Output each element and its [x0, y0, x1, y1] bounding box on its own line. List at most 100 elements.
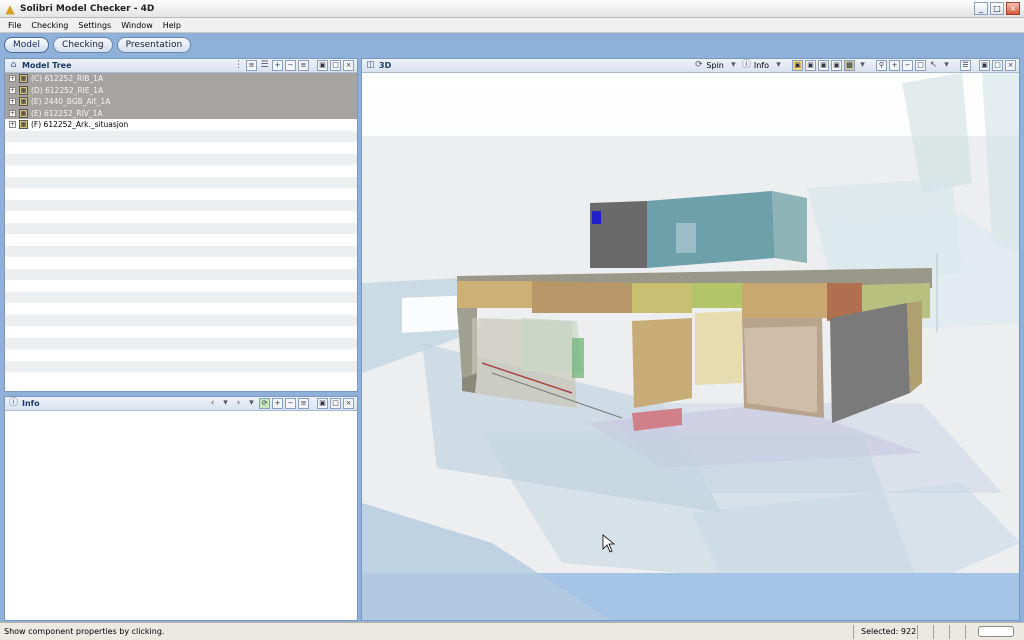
close-icon[interactable]: × — [343, 60, 354, 71]
model-tree-panel: ⌂ Model Tree ⋮ ≡ ☰ + − ≡ ▣ □ × + ▦ (C) 6… — [4, 58, 358, 392]
tree-item[interactable]: + ▦ (E) 2440_BGB_Alt_1A — [5, 96, 357, 108]
tab-checking[interactable]: Checking — [53, 37, 113, 53]
tab-presentation[interactable]: Presentation — [116, 37, 192, 53]
tree-layout-icon[interactable]: ≡ — [246, 60, 257, 71]
expand-icon[interactable]: + — [9, 86, 16, 94]
3d-view-panel: ◫ 3D ⟳ Spin ▾ ⓘ Info ▾ ▣ ▣ ▣ ▣ ▩ ▾ ⚲ + − — [361, 58, 1020, 621]
tab-model[interactable]: Model — [4, 37, 50, 53]
tree-item[interactable]: + ▦ (E) 612252_RIV_1A — [5, 107, 357, 119]
tree-item-label: (C) 612252_RIB_1A — [31, 74, 104, 84]
collapse-all-icon[interactable]: − — [285, 60, 296, 71]
memory-indicator[interactable] — [978, 626, 1014, 637]
list-icon[interactable]: ≡ — [298, 60, 309, 71]
close-icon[interactable]: × — [1005, 60, 1016, 71]
app-logo-icon: ▲ — [5, 1, 15, 16]
menu-settings[interactable]: Settings — [73, 21, 116, 30]
info-title: Info — [22, 399, 40, 408]
model-icon: ▦ — [19, 74, 28, 84]
workspace: ⌂ Model Tree ⋮ ≡ ☰ + − ≡ ▣ □ × + ▦ (C) 6… — [0, 57, 1024, 622]
maximize-button[interactable]: □ — [990, 2, 1004, 15]
back-dropdown-icon[interactable]: ▾ — [220, 398, 231, 409]
restore-icon[interactable]: ▣ — [317, 398, 328, 409]
3d-icon: ◫ — [366, 60, 375, 70]
status-hint: Show component properties by clicking. — [4, 627, 165, 636]
menu-window[interactable]: Window — [116, 21, 158, 30]
tree-icon: ⌂ — [10, 60, 17, 70]
menu-help[interactable]: Help — [158, 21, 186, 30]
info-mode-label[interactable]: Info — [754, 61, 769, 70]
model-icon: ▦ — [19, 85, 28, 95]
spin-label[interactable]: Spin — [706, 61, 723, 70]
selected-count: Selected: 922 — [861, 627, 917, 636]
3d-view-header: ◫ 3D ⟳ Spin ▾ ⓘ Info ▾ ▣ ▣ ▣ ▣ ▩ ▾ ⚲ + − — [362, 59, 1019, 73]
model-tree-toolbar: ⋮ ≡ ☰ + − ≡ ▣ □ × — [233, 60, 354, 71]
close-button[interactable]: × — [1006, 2, 1020, 15]
zoom-window-icon[interactable]: □ — [915, 60, 926, 71]
maximize-icon[interactable]: □ — [330, 398, 341, 409]
maximize-icon[interactable]: □ — [992, 60, 1003, 71]
model-tree-list: + ▦ (C) 612252_RIB_1A + ▦ (D) 612252_RIE… — [5, 73, 357, 384]
status-bar: Show component properties by clicking. S… — [0, 622, 1024, 640]
forward-icon[interactable]: › — [233, 398, 244, 409]
filter-icon[interactable]: ☰ — [259, 60, 270, 71]
tool-dropdown-icon[interactable]: ▾ — [941, 60, 952, 71]
model-tree-header: ⌂ Model Tree ⋮ ≡ ☰ + − ≡ ▣ □ × — [5, 59, 357, 73]
tree-item[interactable]: + ▦ (C) 612252_RIB_1A — [5, 73, 357, 85]
tree-item-label: (F) 612252_Ark._situasjon — [31, 120, 129, 130]
perspective-bar: Model Checking Presentation — [0, 33, 1024, 57]
spin-dropdown-icon[interactable]: ▾ — [728, 60, 739, 71]
list-icon[interactable]: ≡ — [298, 398, 309, 409]
tree-item-label: (E) 612252_RIV_1A — [31, 108, 103, 118]
zoom-icon[interactable]: ⚲ — [876, 60, 887, 71]
restore-icon[interactable]: ▣ — [979, 60, 990, 71]
expand-all-icon[interactable]: + — [272, 398, 283, 409]
menu-checking[interactable]: Checking — [26, 21, 73, 30]
back-icon[interactable]: ‹ — [207, 398, 218, 409]
menu-bar: File Checking Settings Window Help — [0, 18, 1024, 33]
3d-toolbar: ⟳ Spin ▾ ⓘ Info ▾ ▣ ▣ ▣ ▣ ▩ ▾ ⚲ + − □ ↖ … — [693, 60, 1016, 71]
tree-item-label: (E) 2440_BGB_Alt_1A — [31, 97, 111, 107]
3d-viewport[interactable] — [362, 73, 1020, 621]
expand-icon[interactable]: + — [9, 98, 16, 106]
minimize-button[interactable]: _ — [974, 2, 988, 15]
side-view-icon[interactable]: ▣ — [818, 60, 829, 71]
spin-icon[interactable]: ⟳ — [693, 60, 704, 71]
title-bar: ▲ Solibri Model Checker - 4D _ □ × — [0, 0, 1024, 18]
model-icon: ▦ — [19, 97, 28, 107]
tree-item[interactable]: + ▦ (F) 612252_Ark._situasjon — [5, 119, 357, 131]
info-header: ⓘ Info ‹ ▾ › ▾ ⟳ + − ≡ ▣ □ × — [5, 397, 357, 411]
top-view-icon[interactable]: ▣ — [831, 60, 842, 71]
select-tool-icon[interactable]: ↖ — [928, 60, 939, 71]
cube-view-icon[interactable]: ▩ — [844, 60, 855, 71]
expand-icon[interactable]: + — [9, 109, 16, 117]
info-dropdown-icon[interactable]: ▾ — [773, 60, 784, 71]
layers-icon[interactable]: ☰ — [960, 60, 971, 71]
info-icon: ⓘ — [8, 398, 18, 408]
info-toolbar: ‹ ▾ › ▾ ⟳ + − ≡ ▣ □ × — [207, 398, 354, 409]
3d-view-title: 3D — [379, 61, 392, 70]
expand-icon[interactable]: + — [9, 121, 16, 129]
model-tree-title: Model Tree — [22, 61, 72, 70]
close-icon[interactable]: × — [343, 398, 354, 409]
refresh-icon[interactable]: ⟳ — [259, 398, 270, 409]
restore-icon[interactable]: ▣ — [317, 60, 328, 71]
tree-item[interactable]: + ▦ (D) 612252_RIE_1A — [5, 84, 357, 96]
window-title: Solibri Model Checker - 4D — [20, 3, 155, 14]
zoom-in-icon[interactable]: + — [889, 60, 900, 71]
collapse-all-icon[interactable]: − — [285, 398, 296, 409]
hierarchy-icon[interactable]: ⋮ — [233, 60, 244, 71]
model-icon: ▦ — [19, 120, 28, 130]
zoom-out-icon[interactable]: − — [902, 60, 913, 71]
forward-dropdown-icon[interactable]: ▾ — [246, 398, 257, 409]
views-dropdown-icon[interactable]: ▾ — [857, 60, 868, 71]
expand-icon[interactable]: + — [9, 75, 16, 83]
maximize-icon[interactable]: □ — [330, 60, 341, 71]
front-view-icon[interactable]: ▣ — [805, 60, 816, 71]
window-controls: _ □ × — [974, 2, 1020, 15]
model-icon: ▦ — [19, 108, 28, 118]
box-view-icon[interactable]: ▣ — [792, 60, 803, 71]
tree-item-label: (D) 612252_RIE_1A — [31, 85, 104, 95]
info-mode-icon[interactable]: ⓘ — [741, 60, 752, 71]
menu-file[interactable]: File — [3, 21, 26, 30]
expand-all-icon[interactable]: + — [272, 60, 283, 71]
